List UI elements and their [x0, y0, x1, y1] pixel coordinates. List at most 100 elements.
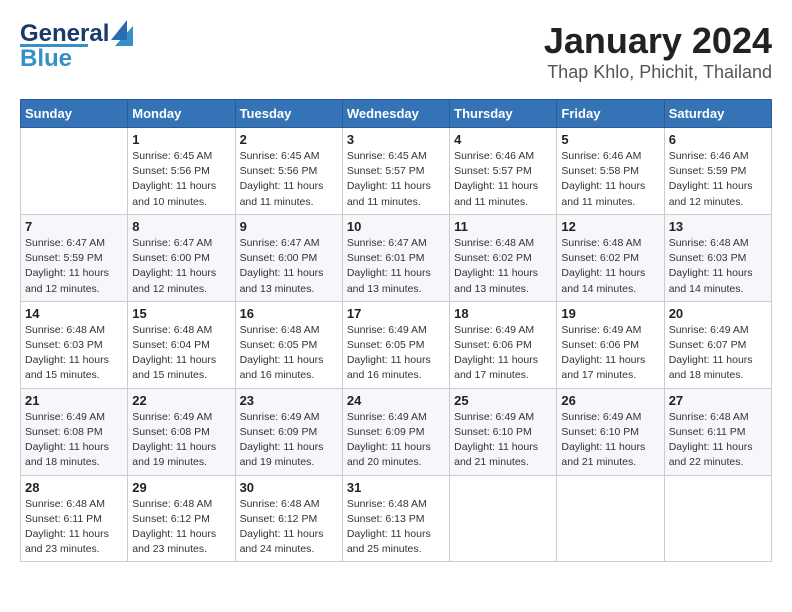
header-friday: Friday	[557, 100, 664, 128]
day-number: 5	[561, 132, 659, 147]
calendar-header-row: SundayMondayTuesdayWednesdayThursdayFrid…	[21, 100, 772, 128]
calendar-cell: 7 Sunrise: 6:47 AM Sunset: 5:59 PM Daylig…	[21, 214, 128, 301]
day-info: Sunrise: 6:47 AM Sunset: 5:59 PM Dayligh…	[25, 236, 123, 297]
day-info: Sunrise: 6:45 AM Sunset: 5:57 PM Dayligh…	[347, 149, 445, 210]
header-tuesday: Tuesday	[235, 100, 342, 128]
calendar-cell: 19 Sunrise: 6:49 AM Sunset: 6:06 PM Dayli…	[557, 301, 664, 388]
calendar-week-5: 28 Sunrise: 6:48 AM Sunset: 6:11 PM Dayli…	[21, 475, 772, 562]
day-number: 28	[25, 480, 123, 495]
day-info: Sunrise: 6:47 AM Sunset: 6:00 PM Dayligh…	[240, 236, 338, 297]
calendar-cell: 8Sunrise: 6:47 AM Sunset: 6:00 PM Daylig…	[128, 214, 235, 301]
calendar-cell	[664, 475, 771, 562]
calendar-week-3: 14 Sunrise: 6:48 AM Sunset: 6:03 PM Dayli…	[21, 301, 772, 388]
day-number: 4	[454, 132, 552, 147]
day-info: Sunrise: 6:46 AM Sunset: 5:57 PM Dayligh…	[454, 149, 552, 210]
day-info: Sunrise: 6:48 AM Sunset: 6:12 PM Dayligh…	[132, 497, 230, 558]
calendar-cell: 11 Sunrise: 6:48 AM Sunset: 6:02 PM Dayli…	[450, 214, 557, 301]
day-number: 8	[132, 219, 230, 234]
day-info: Sunrise: 6:48 AM Sunset: 6:12 PM Dayligh…	[240, 497, 338, 558]
day-info: Sunrise: 6:49 AM Sunset: 6:10 PM Dayligh…	[454, 410, 552, 471]
calendar-cell: 23 Sunrise: 6:49 AM Sunset: 6:09 PM Dayli…	[235, 388, 342, 475]
day-number: 13	[669, 219, 767, 234]
calendar-week-2: 7 Sunrise: 6:47 AM Sunset: 5:59 PM Daylig…	[21, 214, 772, 301]
day-number: 14	[25, 306, 123, 321]
day-number: 21	[25, 393, 123, 408]
day-info: Sunrise: 6:49 AM Sunset: 6:06 PM Dayligh…	[561, 323, 659, 384]
calendar-cell: 22 Sunrise: 6:49 AM Sunset: 6:08 PM Dayli…	[128, 388, 235, 475]
day-info: Sunrise: 6:49 AM Sunset: 6:09 PM Dayligh…	[240, 410, 338, 471]
header-monday: Monday	[128, 100, 235, 128]
day-number: 1	[132, 132, 230, 147]
calendar-cell: 30Sunrise: 6:48 AM Sunset: 6:12 PM Dayli…	[235, 475, 342, 562]
calendar-cell: 1 Sunrise: 6:45 AM Sunset: 5:56 PM Daylig…	[128, 128, 235, 215]
calendar-cell: 5 Sunrise: 6:46 AM Sunset: 5:58 PM Daylig…	[557, 128, 664, 215]
day-number: 22	[132, 393, 230, 408]
day-info: Sunrise: 6:49 AM Sunset: 6:10 PM Dayligh…	[561, 410, 659, 471]
calendar-body: 1 Sunrise: 6:45 AM Sunset: 5:56 PM Daylig…	[21, 128, 772, 562]
day-info: Sunrise: 6:47 AM Sunset: 6:01 PM Dayligh…	[347, 236, 445, 297]
day-number: 24	[347, 393, 445, 408]
calendar-week-1: 1 Sunrise: 6:45 AM Sunset: 5:56 PM Daylig…	[21, 128, 772, 215]
day-number: 7	[25, 219, 123, 234]
calendar-cell: 6 Sunrise: 6:46 AM Sunset: 5:59 PM Daylig…	[664, 128, 771, 215]
day-info: Sunrise: 6:48 AM Sunset: 6:11 PM Dayligh…	[25, 497, 123, 558]
day-info: Sunrise: 6:48 AM Sunset: 6:03 PM Dayligh…	[25, 323, 123, 384]
header-wednesday: Wednesday	[342, 100, 449, 128]
calendar-cell: 29 Sunrise: 6:48 AM Sunset: 6:12 PM Dayli…	[128, 475, 235, 562]
calendar-cell: 17 Sunrise: 6:49 AM Sunset: 6:05 PM Dayli…	[342, 301, 449, 388]
calendar-cell	[557, 475, 664, 562]
calendar-cell: 14 Sunrise: 6:48 AM Sunset: 6:03 PM Dayli…	[21, 301, 128, 388]
day-number: 9	[240, 219, 338, 234]
page-subtitle: Thap Khlo, Phichit, Thailand	[544, 62, 772, 83]
day-info: Sunrise: 6:49 AM Sunset: 6:06 PM Dayligh…	[454, 323, 552, 384]
day-info: Sunrise: 6:48 AM Sunset: 6:05 PM Dayligh…	[240, 323, 338, 384]
calendar-cell: 15 Sunrise: 6:48 AM Sunset: 6:04 PM Dayli…	[128, 301, 235, 388]
calendar-cell: 12Sunrise: 6:48 AM Sunset: 6:02 PM Dayli…	[557, 214, 664, 301]
day-info: Sunrise: 6:49 AM Sunset: 6:08 PM Dayligh…	[25, 410, 123, 471]
calendar-cell: 26Sunrise: 6:49 AM Sunset: 6:10 PM Dayli…	[557, 388, 664, 475]
page-title: January 2024	[544, 20, 772, 62]
header-sunday: Sunday	[21, 100, 128, 128]
calendar-cell: 13 Sunrise: 6:48 AM Sunset: 6:03 PM Dayli…	[664, 214, 771, 301]
calendar-cell: 21 Sunrise: 6:49 AM Sunset: 6:08 PM Dayli…	[21, 388, 128, 475]
day-info: Sunrise: 6:48 AM Sunset: 6:03 PM Dayligh…	[669, 236, 767, 297]
day-info: Sunrise: 6:49 AM Sunset: 6:05 PM Dayligh…	[347, 323, 445, 384]
day-info: Sunrise: 6:45 AM Sunset: 5:56 PM Dayligh…	[240, 149, 338, 210]
day-info: Sunrise: 6:45 AM Sunset: 5:56 PM Dayligh…	[132, 149, 230, 210]
day-info: Sunrise: 6:46 AM Sunset: 5:59 PM Dayligh…	[669, 149, 767, 210]
day-info: Sunrise: 6:48 AM Sunset: 6:11 PM Dayligh…	[669, 410, 767, 471]
day-info: Sunrise: 6:46 AM Sunset: 5:58 PM Dayligh…	[561, 149, 659, 210]
day-number: 31	[347, 480, 445, 495]
day-info: Sunrise: 6:49 AM Sunset: 6:09 PM Dayligh…	[347, 410, 445, 471]
calendar-cell: 27 Sunrise: 6:48 AM Sunset: 6:11 PM Dayli…	[664, 388, 771, 475]
day-info: Sunrise: 6:48 AM Sunset: 6:04 PM Dayligh…	[132, 323, 230, 384]
calendar-cell: 20Sunrise: 6:49 AM Sunset: 6:07 PM Dayli…	[664, 301, 771, 388]
calendar-cell: 24 Sunrise: 6:49 AM Sunset: 6:09 PM Dayli…	[342, 388, 449, 475]
day-number: 6	[669, 132, 767, 147]
day-info: Sunrise: 6:49 AM Sunset: 6:08 PM Dayligh…	[132, 410, 230, 471]
calendar-cell: 18 Sunrise: 6:49 AM Sunset: 6:06 PM Dayli…	[450, 301, 557, 388]
calendar-cell: 28 Sunrise: 6:48 AM Sunset: 6:11 PM Dayli…	[21, 475, 128, 562]
calendar-cell: 9 Sunrise: 6:47 AM Sunset: 6:00 PM Daylig…	[235, 214, 342, 301]
day-number: 29	[132, 480, 230, 495]
logo: General Blue	[20, 20, 133, 73]
calendar-cell: 25Sunrise: 6:49 AM Sunset: 6:10 PM Dayli…	[450, 388, 557, 475]
day-info: Sunrise: 6:48 AM Sunset: 6:02 PM Dayligh…	[561, 236, 659, 297]
calendar-cell: 3Sunrise: 6:45 AM Sunset: 5:57 PM Daylig…	[342, 128, 449, 215]
day-number: 15	[132, 306, 230, 321]
day-number: 20	[669, 306, 767, 321]
day-number: 19	[561, 306, 659, 321]
day-number: 17	[347, 306, 445, 321]
calendar-cell: 2Sunrise: 6:45 AM Sunset: 5:56 PM Daylig…	[235, 128, 342, 215]
calendar-cell	[21, 128, 128, 215]
calendar-cell: 4 Sunrise: 6:46 AM Sunset: 5:57 PM Daylig…	[450, 128, 557, 215]
day-number: 27	[669, 393, 767, 408]
calendar-week-4: 21 Sunrise: 6:49 AM Sunset: 6:08 PM Dayli…	[21, 388, 772, 475]
day-number: 11	[454, 219, 552, 234]
calendar-cell: 10 Sunrise: 6:47 AM Sunset: 6:01 PM Dayli…	[342, 214, 449, 301]
logo-icon	[111, 18, 133, 46]
day-number: 23	[240, 393, 338, 408]
day-number: 10	[347, 219, 445, 234]
day-info: Sunrise: 6:48 AM Sunset: 6:02 PM Dayligh…	[454, 236, 552, 297]
day-number: 18	[454, 306, 552, 321]
